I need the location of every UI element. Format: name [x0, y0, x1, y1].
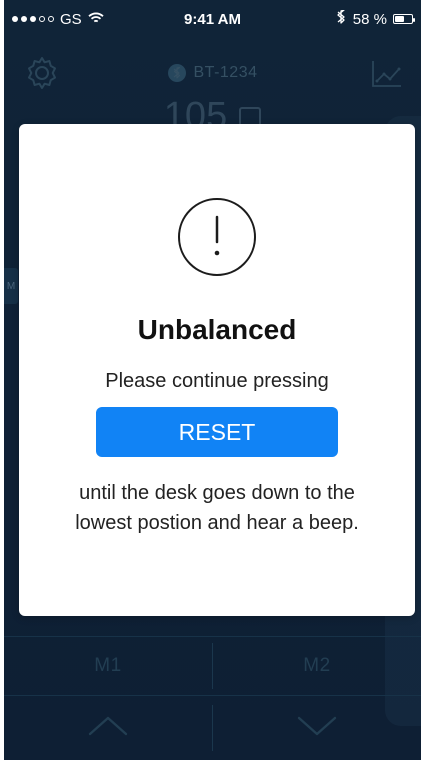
dialog-title: Unbalanced: [137, 314, 297, 345]
status-left: GS: [12, 11, 104, 28]
top-controls: BT-1234: [4, 48, 421, 108]
status-bar: GS 9:41 AM 58 %: [4, 0, 421, 38]
device-connection[interactable]: BT-1234: [167, 64, 258, 82]
device-name: BT-1234: [193, 64, 258, 81]
battery-percentage: 58 %: [352, 10, 387, 28]
bluetooth-icon: [335, 9, 347, 28]
line-chart-icon[interactable]: [367, 53, 407, 93]
reset-button[interactable]: RESET: [96, 407, 338, 457]
battery-icon: [393, 14, 415, 24]
dialog-message-line-2: until the desk goes down to the: [79, 482, 355, 504]
alert-circle-icon: [178, 198, 256, 276]
wifi-icon: [88, 11, 104, 28]
dialog-message-line-1: Please continue pressing: [105, 370, 329, 392]
bluetooth-icon: [167, 64, 186, 82]
dialog-message-line-3: lowest postion and hear a beep.: [75, 512, 359, 534]
status-right: 58 %: [335, 9, 415, 28]
status-time: 9:41 AM: [184, 10, 241, 28]
signal-strength-icon: [12, 16, 54, 22]
gear-icon[interactable]: [22, 53, 62, 93]
screen: GS 9:41 AM 58 % BT-1234 105 M M1 M2 Unba…: [0, 0, 425, 760]
alert-dialog: Unbalanced Please continue pressing RESE…: [19, 124, 415, 616]
carrier-label: GS: [60, 10, 82, 28]
battery-level: [395, 16, 405, 22]
